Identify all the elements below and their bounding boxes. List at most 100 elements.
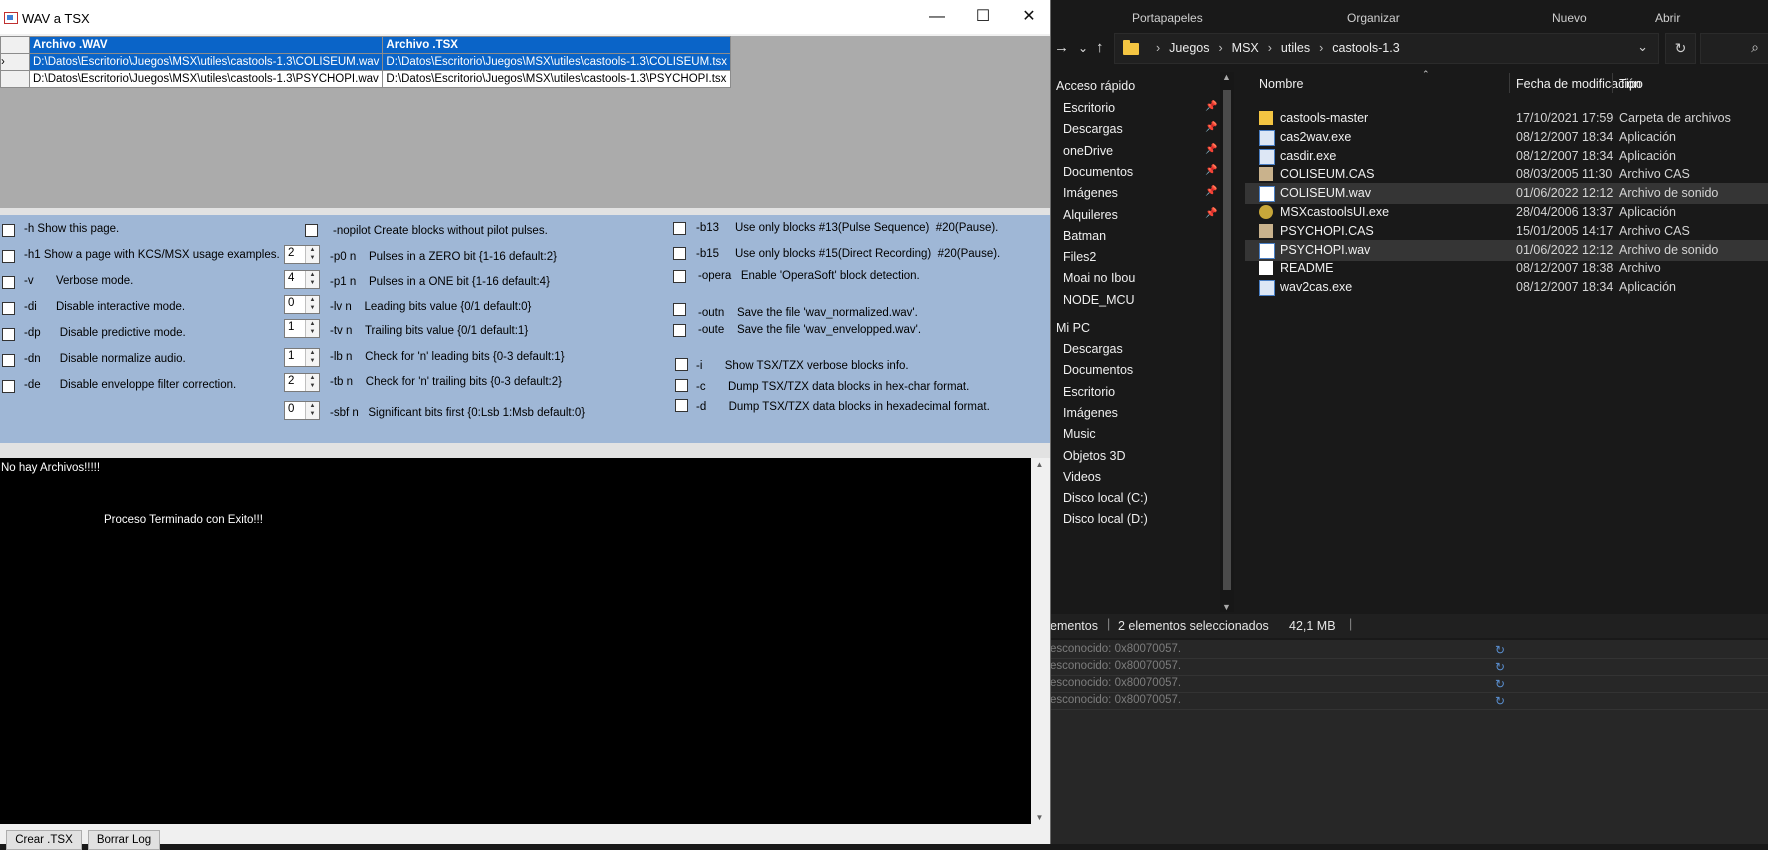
retry-icon[interactable]: ↻ bbox=[1495, 677, 1505, 691]
breadcrumb-item[interactable]: utiles bbox=[1281, 41, 1310, 55]
nav-item[interactable]: Documentos bbox=[1063, 161, 1133, 183]
breadcrumb-item[interactable]: MSX bbox=[1232, 41, 1259, 55]
retry-icon[interactable]: ↻ bbox=[1495, 660, 1505, 674]
breadcrumb-separator-icon[interactable]: › bbox=[1319, 41, 1323, 55]
breadcrumb-separator-icon[interactable]: › bbox=[1156, 41, 1160, 55]
error-row[interactable]: esconocido: 0x80070057. ↻ bbox=[1050, 693, 1768, 710]
checkbox-de[interactable] bbox=[2, 380, 15, 393]
column-type[interactable]: Tipo bbox=[1619, 77, 1643, 91]
grid-cell-tsx[interactable]: D:\Datos\Escritorio\Juegos\MSX\utiles\ca… bbox=[382, 53, 732, 71]
ribbon-organizar[interactable]: Organizar bbox=[1347, 11, 1400, 25]
ribbon-portapapeles[interactable]: Portapapeles bbox=[1132, 11, 1203, 25]
error-row[interactable]: esconocido: 0x80070057. ↻ bbox=[1050, 642, 1768, 659]
retry-icon[interactable]: ↻ bbox=[1495, 643, 1505, 657]
column-divider[interactable] bbox=[1509, 73, 1510, 93]
scroll-down-icon[interactable]: ▼ bbox=[1031, 813, 1048, 822]
nav-mi-pc[interactable]: Mi PC bbox=[1056, 317, 1090, 339]
file-row[interactable]: wav2cas.exe 08/12/2007 18:34 Aplicación bbox=[1245, 277, 1768, 298]
nav-item[interactable]: Descargas bbox=[1063, 118, 1123, 140]
checkbox-dp[interactable] bbox=[2, 328, 15, 341]
breadcrumb-item[interactable]: castools-1.3 bbox=[1332, 41, 1399, 55]
error-row[interactable]: esconocido: 0x80070057. ↻ bbox=[1050, 659, 1768, 676]
checkbox-c[interactable] bbox=[675, 379, 688, 392]
spin-p1[interactable]: 4 ▲ ▼ bbox=[284, 270, 320, 289]
log-output[interactable]: No hay Archivos!!!!! Proceso Terminado c… bbox=[0, 458, 1031, 824]
spin-lv[interactable]: 0 ▲ ▼ bbox=[284, 295, 320, 314]
nav-item[interactable]: Files2 bbox=[1063, 246, 1096, 268]
breadcrumb-separator-icon[interactable]: › bbox=[1218, 41, 1222, 55]
grid-cell-wav[interactable]: D:\Datos\Escritorio\Juegos\MSX\utiles\ca… bbox=[28, 53, 384, 71]
checkbox-v[interactable] bbox=[2, 276, 15, 289]
checkbox-outn[interactable] bbox=[673, 303, 686, 316]
checkbox-dn[interactable] bbox=[2, 354, 15, 367]
row-marker-icon[interactable]: › bbox=[0, 53, 30, 71]
crear-tsx-button[interactable]: Crear .TSX bbox=[6, 830, 82, 850]
checkbox-h[interactable] bbox=[2, 224, 15, 237]
nav-quick-access[interactable]: Acceso rápido bbox=[1056, 75, 1135, 97]
maximize-button[interactable]: ☐ bbox=[960, 0, 1006, 34]
ribbon-nuevo[interactable]: Nuevo bbox=[1552, 11, 1587, 25]
nav-item[interactable]: Documentos bbox=[1063, 359, 1133, 381]
spin-sbf[interactable]: 0 ▲ ▼ bbox=[284, 401, 320, 420]
forward-icon[interactable]: → bbox=[1054, 39, 1069, 56]
spin-p0[interactable]: 2 ▲ ▼ bbox=[284, 245, 320, 264]
row-header[interactable] bbox=[0, 70, 30, 88]
spin-arrows-icon[interactable]: ▲ ▼ bbox=[305, 271, 319, 288]
column-name[interactable]: Nombre bbox=[1259, 77, 1303, 91]
breadcrumb-separator-icon[interactable]: › bbox=[1268, 41, 1272, 55]
spin-arrows-icon[interactable]: ▲ ▼ bbox=[305, 349, 319, 366]
close-button[interactable]: ✕ bbox=[1006, 0, 1052, 34]
checkbox-opera[interactable] bbox=[673, 270, 686, 283]
minimize-button[interactable]: — bbox=[914, 0, 960, 34]
nav-item[interactable]: Alquileres bbox=[1063, 204, 1118, 226]
refresh-button[interactable]: ↻ bbox=[1665, 33, 1696, 64]
checkbox-b13[interactable] bbox=[673, 222, 686, 235]
nav-item[interactable]: oneDrive bbox=[1063, 140, 1113, 162]
recent-locations-icon[interactable]: ⌄ bbox=[1078, 41, 1088, 55]
nav-item[interactable]: Objetos 3D bbox=[1063, 445, 1126, 467]
log-scrollbar[interactable]: ▲ ▼ bbox=[1031, 458, 1048, 824]
column-divider[interactable] bbox=[1612, 73, 1613, 93]
nav-item[interactable]: Escritorio bbox=[1063, 381, 1115, 403]
spin-lb[interactable]: 1 ▲ ▼ bbox=[284, 348, 320, 367]
scroll-down-icon[interactable]: ▼ bbox=[1222, 602, 1231, 612]
spin-tv[interactable]: 1 ▲ ▼ bbox=[284, 319, 320, 338]
nav-item[interactable]: NODE_MCU bbox=[1063, 289, 1135, 311]
nav-item[interactable]: Disco local (D:) bbox=[1063, 508, 1148, 530]
checkbox-d[interactable] bbox=[675, 399, 688, 412]
checkbox-b15[interactable] bbox=[673, 247, 686, 260]
up-icon[interactable]: ↑ bbox=[1096, 39, 1104, 56]
spin-arrows-icon[interactable]: ▲ ▼ bbox=[305, 246, 319, 263]
nav-scroll-thumb[interactable] bbox=[1223, 90, 1231, 590]
nav-item[interactable]: Batman bbox=[1063, 225, 1106, 247]
checkbox-di[interactable] bbox=[2, 302, 15, 315]
grid-cell-wav[interactable]: D:\Datos\Escritorio\Juegos\MSX\utiles\ca… bbox=[28, 70, 384, 88]
breadcrumb-item[interactable]: Juegos bbox=[1169, 41, 1209, 55]
checkbox-i[interactable] bbox=[675, 358, 688, 371]
spin-tb[interactable]: 2 ▲ ▼ bbox=[284, 373, 320, 392]
error-row[interactable]: esconocido: 0x80070057. ↻ bbox=[1050, 676, 1768, 693]
grid-header-wav[interactable]: Archivo .WAV bbox=[28, 36, 384, 54]
spin-arrows-icon[interactable]: ▲ ▼ bbox=[305, 374, 319, 391]
nav-item[interactable]: Imágenes bbox=[1063, 402, 1118, 424]
borrar-log-button[interactable]: Borrar Log bbox=[88, 830, 160, 850]
nav-item[interactable]: Descargas bbox=[1063, 338, 1123, 360]
nav-item[interactable]: Music bbox=[1063, 423, 1096, 445]
nav-item[interactable]: Disco local (C:) bbox=[1063, 487, 1148, 509]
spin-arrows-icon[interactable]: ▲ ▼ bbox=[305, 296, 319, 313]
grid-cell-tsx[interactable]: D:\Datos\Escritorio\Juegos\MSX\utiles\ca… bbox=[382, 70, 732, 88]
spin-arrows-icon[interactable]: ▲ ▼ bbox=[305, 320, 319, 337]
address-dropdown-icon[interactable]: ⌄ bbox=[1637, 39, 1648, 55]
nav-item[interactable]: Moai no Ibou bbox=[1063, 267, 1135, 289]
checkbox-nopilot[interactable] bbox=[305, 224, 318, 237]
checkbox-oute[interactable] bbox=[673, 324, 686, 337]
checkbox-h1[interactable] bbox=[2, 250, 15, 263]
ribbon-abrir[interactable]: Abrir bbox=[1655, 11, 1680, 25]
spin-arrows-icon[interactable]: ▲ ▼ bbox=[305, 402, 319, 419]
nav-item[interactable]: Imágenes bbox=[1063, 182, 1118, 204]
scroll-up-icon[interactable]: ▲ bbox=[1031, 460, 1048, 469]
address-bar[interactable]: › Juegos › MSX › utiles › castools-1.3 ⌄ bbox=[1114, 33, 1659, 64]
nav-scrollbar[interactable]: ▲ ▼ bbox=[1220, 72, 1234, 612]
nav-item[interactable]: Escritorio bbox=[1063, 97, 1115, 119]
scroll-up-icon[interactable]: ▲ bbox=[1222, 72, 1231, 82]
